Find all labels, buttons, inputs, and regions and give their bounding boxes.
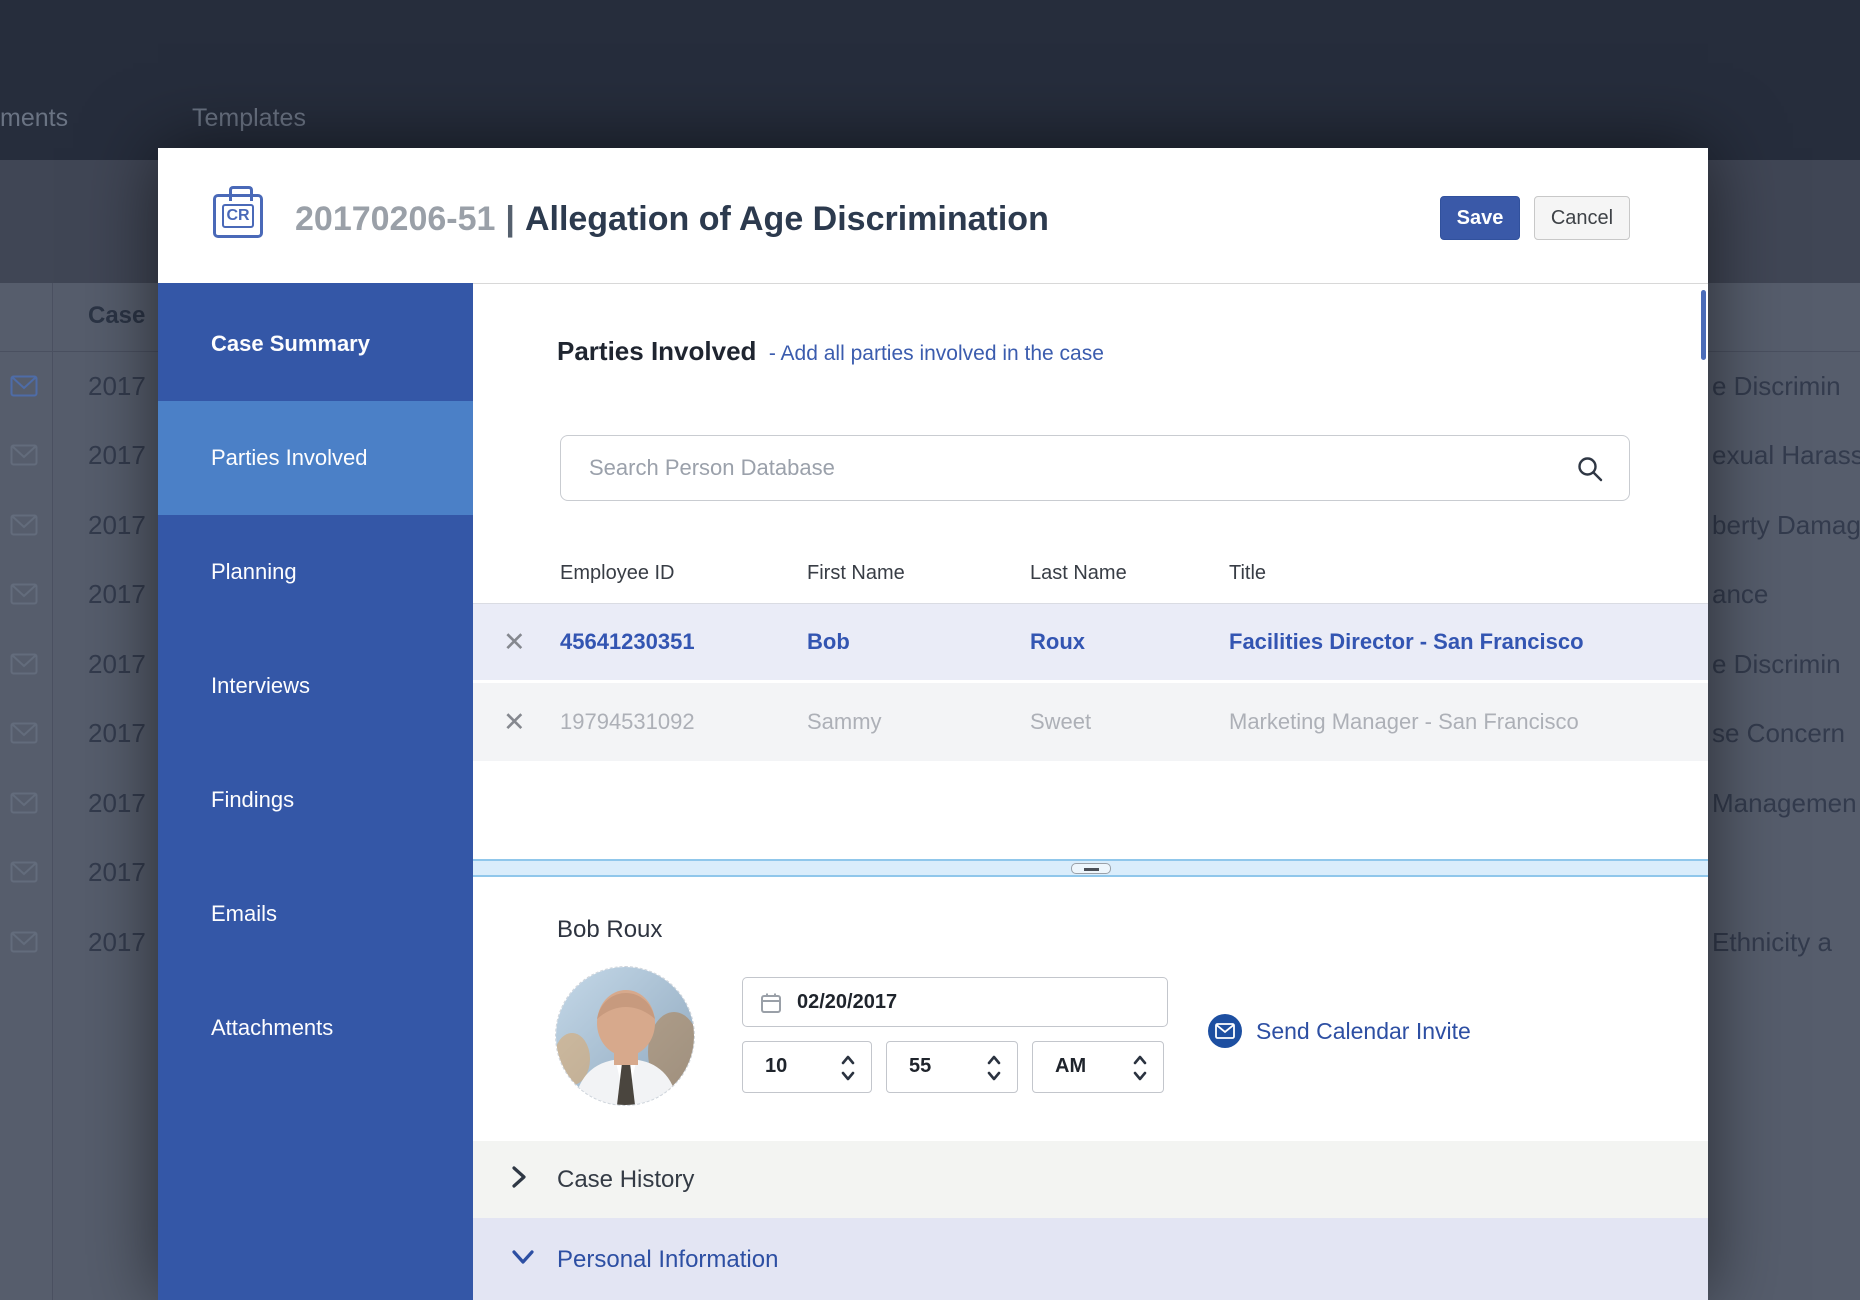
nav-item-templates: Templates — [192, 104, 306, 132]
mail-icon — [10, 375, 38, 397]
send-calendar-invite-label: Send Calendar Invite — [1256, 1017, 1471, 1044]
column-header-employee-id: Employee ID — [560, 562, 675, 584]
party-row[interactable]: ✕ 19794531092 Sammy Sweet Marketing Mana… — [473, 683, 1708, 761]
remove-party-icon[interactable]: ✕ — [503, 708, 526, 736]
parties-table-header: Employee ID First Name Last Name Title — [473, 546, 1708, 602]
case-type-fragment: se Concern — [1712, 718, 1845, 748]
cancel-button[interactable]: Cancel — [1534, 196, 1630, 240]
case-type-fragment: Managemen — [1712, 788, 1857, 818]
selected-person-name: Bob Roux — [557, 916, 663, 943]
modal-content: Parties Involved - Add all parties invol… — [473, 283, 1708, 1300]
sidebar-item-attachments[interactable]: Attachments — [158, 971, 473, 1085]
mail-icon — [10, 722, 38, 744]
section-label: Personal Information — [557, 1245, 779, 1273]
hour-value: 10 — [765, 1055, 788, 1077]
case-number-fragment: 2017 — [88, 649, 146, 679]
sidebar-item-findings[interactable]: Findings — [158, 743, 473, 857]
first-name-cell: Sammy — [807, 709, 882, 734]
section-label: Case History — [557, 1165, 695, 1193]
interview-date-field — [742, 977, 1168, 1027]
case-type-fragment: e Discrimin — [1712, 649, 1841, 679]
case-title: Allegation of Age Discrimination — [524, 200, 1049, 238]
stepper-arrows-icon[interactable] — [841, 1054, 855, 1082]
case-type-fragment: Ethnicity a — [1712, 927, 1832, 957]
case-modal: CR 20170206-51 | Allegation of Age Discrim… — [158, 148, 1708, 1300]
case-type-fragment: e Discrimin — [1712, 371, 1841, 401]
parties-involved-heading: Parties Involved — [557, 336, 757, 366]
mail-icon — [10, 583, 38, 605]
avatar-photo — [556, 967, 694, 1105]
case-number-fragment: 2017 — [88, 371, 146, 401]
mail-icon — [10, 514, 38, 536]
last-name-cell: Sweet — [1030, 709, 1092, 734]
mail-icon — [10, 792, 38, 814]
minute-value: 55 — [909, 1055, 932, 1077]
case-type-fragment: ance — [1712, 579, 1769, 609]
title-cell: Facilities Director - San Francisco — [1229, 629, 1584, 654]
title-cell: Marketing Manager - San Francisco — [1229, 709, 1579, 734]
remove-party-icon[interactable]: ✕ — [503, 628, 526, 656]
meridiem-stepper[interactable]: AM — [1032, 1041, 1164, 1093]
mail-icon — [10, 861, 38, 883]
meridiem-value: AM — [1055, 1055, 1087, 1077]
case-number-fragment: 2017 — [88, 927, 146, 957]
chevron-right-icon — [511, 1165, 527, 1194]
pane-splitter[interactable] — [473, 859, 1708, 877]
sidebar-item-planning[interactable]: Planning — [158, 515, 473, 629]
column-header-first-name: First Name — [807, 562, 905, 584]
chevron-down-icon — [511, 1249, 535, 1270]
modal-sidebar: Case Summary Parties Involved Planning I… — [158, 283, 473, 1300]
modal-title: 20170206-51 | Allegation of Age Discrimina… — [295, 200, 1049, 239]
case-number-fragment: 2017 — [88, 579, 146, 609]
case-number-fragment: 2017 — [88, 440, 146, 470]
last-name-cell: Roux — [1030, 629, 1085, 654]
column-header-title: Title — [1229, 562, 1267, 584]
parties-involved-subheading: - Add all parties involved in the case — [768, 342, 1104, 365]
minute-stepper[interactable]: 55 — [886, 1041, 1018, 1093]
date-input[interactable] — [797, 978, 1157, 1026]
search-icon[interactable] — [1577, 456, 1603, 482]
title-separator: | — [505, 200, 515, 238]
hour-stepper[interactable]: 10 — [742, 1041, 872, 1093]
content-scrollbar-thumb[interactable] — [1701, 290, 1706, 360]
section-heading: Parties Involved - Add all parties invol… — [557, 336, 1104, 367]
party-row-selected[interactable]: ✕ 45641230351 Bob Roux Facilities Direct… — [473, 603, 1708, 680]
case-id: 20170206-51 — [295, 200, 496, 238]
mail-icon — [10, 653, 38, 675]
stepper-arrows-icon[interactable] — [1133, 1054, 1147, 1082]
case-number-fragment: 2017 — [88, 718, 146, 748]
first-name-cell: Bob — [807, 629, 850, 654]
case-number-fragment: 2017 — [88, 510, 146, 540]
background-case-column-header: Case — [88, 302, 146, 329]
sidebar-item-interviews[interactable]: Interviews — [158, 629, 473, 743]
sidebar-item-emails[interactable]: Emails — [158, 857, 473, 971]
background-navbar: ments Templates — [0, 0, 1860, 160]
section-personal-information[interactable]: Personal Information — [473, 1218, 1708, 1300]
column-header-last-name: Last Name — [1030, 562, 1127, 584]
case-type-fragment: exual Harass — [1712, 440, 1860, 470]
mail-icon — [10, 444, 38, 466]
employee-id-cell: 45641230351 — [560, 629, 695, 654]
sidebar-item-case-summary[interactable]: Case Summary — [158, 287, 473, 401]
case-record-badge-icon: CR — [213, 186, 263, 238]
calendar-icon — [761, 993, 781, 1013]
person-search — [560, 435, 1630, 501]
search-input[interactable] — [589, 436, 1569, 500]
sidebar-item-parties-involved[interactable]: Parties Involved — [158, 401, 473, 515]
case-type-fragment: berty Damag — [1712, 510, 1860, 540]
section-case-history[interactable]: Case History — [473, 1141, 1708, 1218]
mail-icon — [10, 931, 38, 953]
case-number-fragment: 2017 — [88, 857, 146, 887]
employee-id-cell: 19794531092 — [560, 709, 695, 734]
send-calendar-invite-link[interactable]: Send Calendar Invite — [1208, 1014, 1471, 1048]
modal-header: CR 20170206-51 | Allegation of Age Discrim… — [158, 148, 1708, 283]
nav-item-partial: ments — [0, 104, 69, 132]
avatar — [555, 966, 695, 1106]
case-number-fragment: 2017 — [88, 788, 146, 818]
stepper-arrows-icon[interactable] — [987, 1054, 1001, 1082]
save-button[interactable]: Save — [1440, 196, 1520, 240]
splitter-drag-handle[interactable] — [1071, 863, 1111, 874]
mail-invite-icon — [1208, 1014, 1242, 1048]
